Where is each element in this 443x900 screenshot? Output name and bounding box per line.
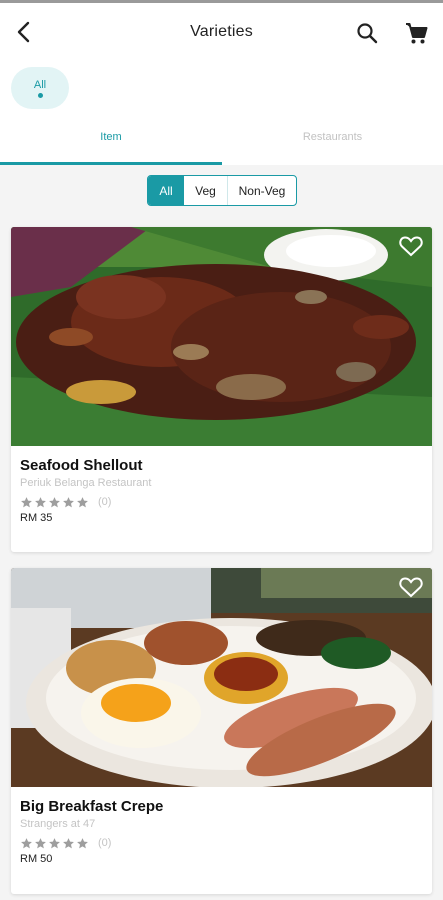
star-icon [63,837,74,848]
food-photo-big-breakfast-crepe [11,568,432,787]
app-bar: Varieties [0,0,443,62]
favorite-heart-icon[interactable] [398,575,424,599]
restaurant-name: Strangers at 47 [20,818,96,830]
rating-count: (0) [98,837,112,849]
star-icon [49,496,60,507]
arrow-back-icon[interactable] [12,19,38,45]
item-name: Seafood Shellout [20,457,143,474]
favorite-heart-icon[interactable] [398,234,424,258]
filter-non-veg-button[interactable]: Non-Veg [228,176,296,205]
category-chip-bar: All [0,62,443,120]
star-icon [21,496,32,507]
rating-stars: (0) [20,494,111,510]
category-chip-label: All [33,79,47,91]
star-icon [77,496,88,507]
filter-all-button[interactable]: All [148,176,184,205]
tab-bar: Item Restaurants [0,120,443,165]
item-price: RM 50 [20,853,53,865]
cart-icon[interactable] [403,20,429,46]
star-icon [35,837,46,848]
selected-indicator-dot [37,93,43,98]
item-card[interactable]: Seafood Shellout Periuk Belanga Restaura… [11,227,432,552]
search-icon[interactable] [355,21,379,45]
food-photo-seafood-shellout [11,227,432,446]
filter-veg-button[interactable]: Veg [184,176,228,205]
food-type-filter: All Veg Non-Veg [147,175,297,206]
rating-count: (0) [98,496,112,508]
rating-stars: (0) [20,835,111,851]
item-price: RM 35 [20,512,53,524]
tab-item[interactable]: Item [0,120,222,165]
item-name: Big Breakfast Crepe [20,798,164,815]
item-card[interactable]: Big Breakfast Crepe Strangers at 47 (0) … [11,568,432,894]
star-icon [21,837,32,848]
star-icon [49,837,60,848]
star-icon [35,496,46,507]
tab-restaurants[interactable]: Restaurants [222,120,443,165]
star-icon [77,837,88,848]
restaurant-name: Periuk Belanga Restaurant [20,477,152,489]
star-icon [63,496,74,507]
category-chip-all[interactable]: All [11,67,69,109]
